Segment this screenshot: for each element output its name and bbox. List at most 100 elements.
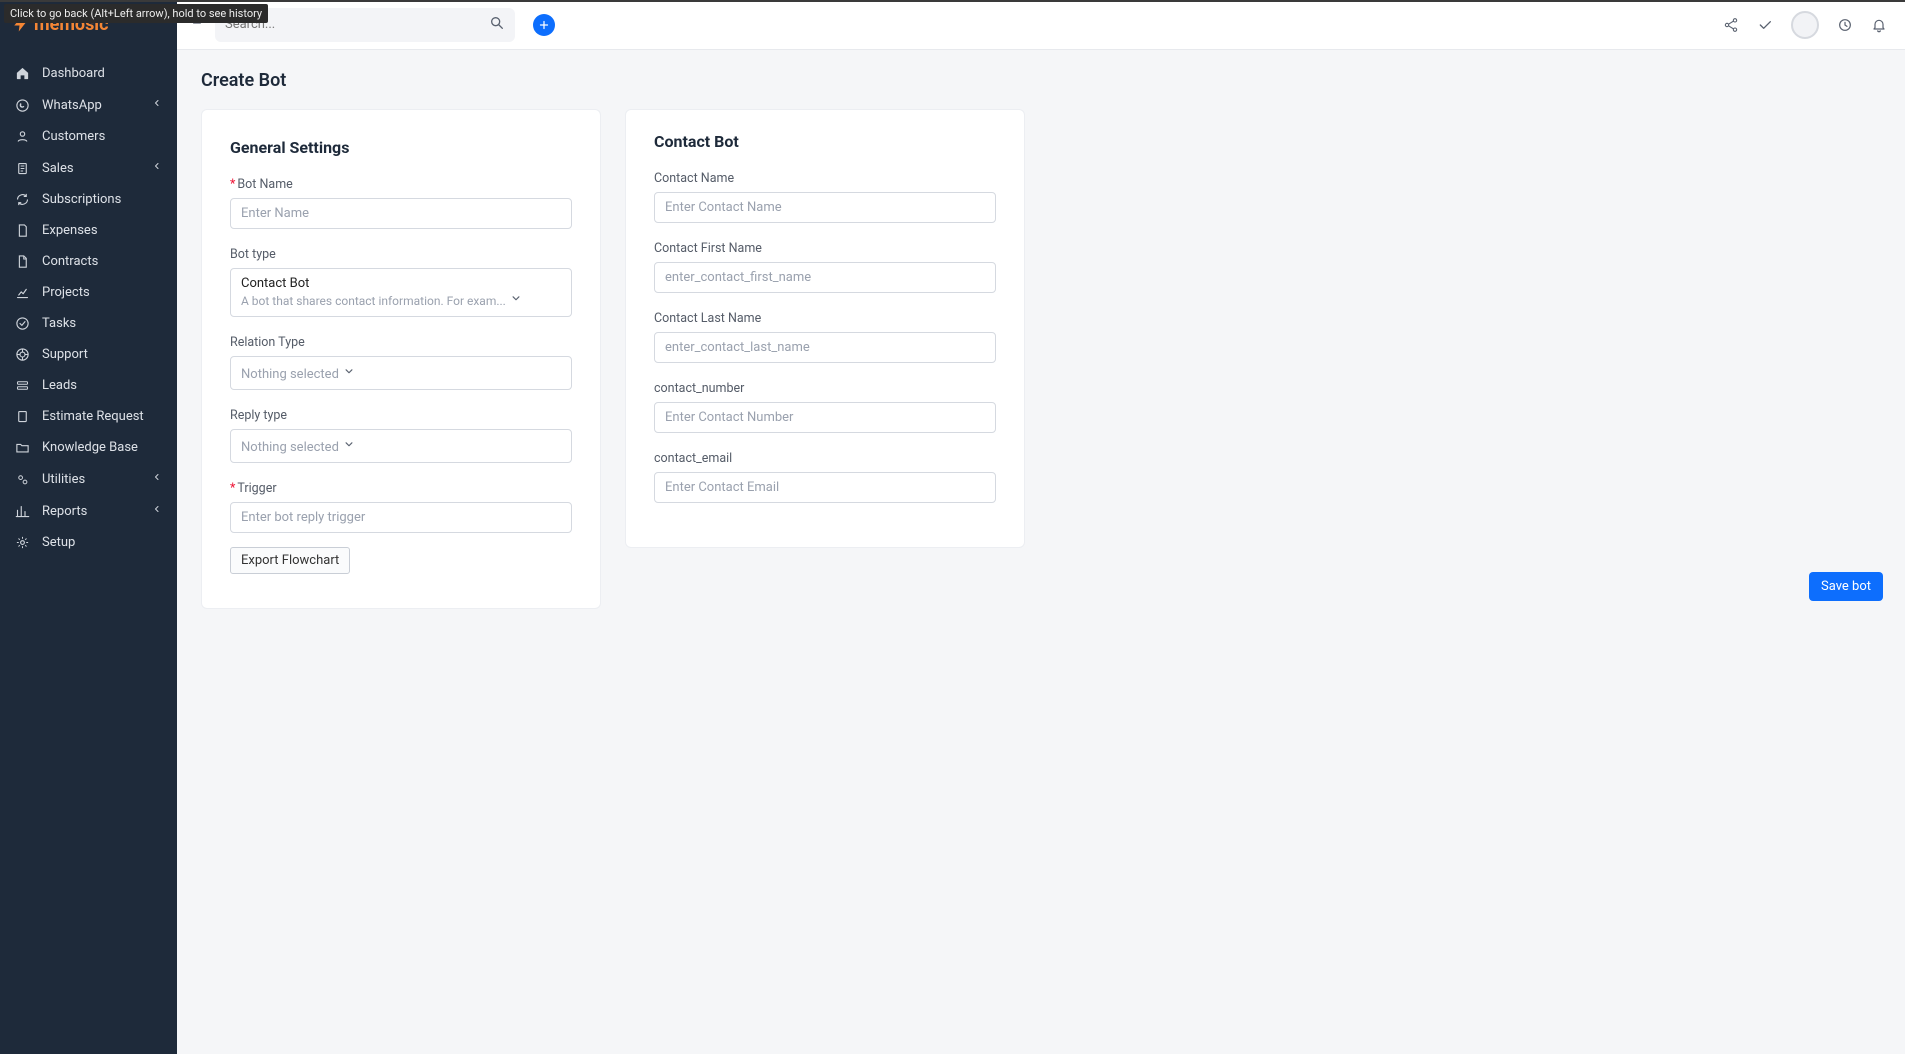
cog-icon bbox=[14, 472, 30, 487]
bell-icon[interactable] bbox=[1871, 17, 1887, 33]
sidebar-item-estimate-request[interactable]: Estimate Request bbox=[0, 401, 177, 432]
contact-name-label: Contact Name bbox=[654, 171, 734, 186]
sidebar-item-label: Dashboard bbox=[42, 66, 105, 81]
check-icon bbox=[14, 316, 30, 331]
bot-type-field: Bot type Contact Bot A bot that shares c… bbox=[230, 243, 572, 317]
sidebar-item-label: Tasks bbox=[42, 316, 76, 331]
bot-name-label: Bot Name bbox=[237, 177, 292, 192]
contact-last-input[interactable] bbox=[654, 332, 996, 363]
contact-name-field: Contact Name bbox=[654, 167, 996, 223]
sidebar-item-sales[interactable]: Sales bbox=[0, 152, 177, 184]
sidebar: memosic DashboardWhatsAppCustomersSalesS… bbox=[0, 0, 177, 1054]
sidebar-item-expenses[interactable]: Expenses bbox=[0, 215, 177, 246]
chevron-down-icon bbox=[342, 440, 356, 455]
sidebar-item-label: Contracts bbox=[42, 254, 98, 269]
bot-type-desc: A bot that shares contact information. F… bbox=[241, 294, 506, 308]
contact-email-input[interactable] bbox=[654, 472, 996, 503]
relation-type-field: Relation Type Nothing selected bbox=[230, 331, 572, 390]
chevron-left-icon bbox=[151, 160, 163, 176]
sidebar-item-label: Knowledge Base bbox=[42, 440, 138, 455]
contact-number-input[interactable] bbox=[654, 402, 996, 433]
chevron-down-icon bbox=[509, 294, 523, 309]
file-icon bbox=[14, 254, 30, 269]
save-bot-button[interactable]: Save bot bbox=[1809, 572, 1883, 601]
reply-type-select[interactable]: Nothing selected bbox=[230, 429, 572, 463]
add-button[interactable] bbox=[533, 14, 555, 36]
sidebar-item-utilities[interactable]: Utilities bbox=[0, 463, 177, 495]
contact-bot-card: Contact Bot Contact Name Contact First N… bbox=[625, 109, 1025, 548]
contact-first-input[interactable] bbox=[654, 262, 996, 293]
share-icon[interactable] bbox=[1723, 17, 1739, 33]
contact-name-input[interactable] bbox=[654, 192, 996, 223]
search-icon[interactable] bbox=[489, 15, 505, 35]
chevron-left-icon bbox=[151, 471, 163, 487]
whatsapp-icon bbox=[14, 98, 30, 113]
sidebar-item-label: Sales bbox=[42, 161, 74, 176]
back-tooltip: Click to go back (Alt+Left arrow), hold … bbox=[4, 4, 268, 23]
home-icon bbox=[14, 66, 30, 81]
doc2-icon bbox=[14, 409, 30, 424]
sidebar-item-label: Setup bbox=[42, 535, 75, 550]
contact-number-label: contact_number bbox=[654, 381, 744, 396]
sidebar-item-label: Customers bbox=[42, 129, 105, 144]
chevron-left-icon bbox=[151, 503, 163, 519]
reply-type-label: Reply type bbox=[230, 408, 287, 423]
sidebar-item-label: Utilities bbox=[42, 472, 85, 487]
user-icon bbox=[14, 129, 30, 144]
contact-last-label: Contact Last Name bbox=[654, 311, 761, 326]
sidebar-item-subscriptions[interactable]: Subscriptions bbox=[0, 184, 177, 215]
relation-type-label: Relation Type bbox=[230, 335, 305, 350]
sidebar-item-projects[interactable]: Projects bbox=[0, 277, 177, 308]
receipt-icon bbox=[14, 161, 30, 176]
sidebar-item-label: Projects bbox=[42, 285, 90, 300]
sidebar-item-label: Expenses bbox=[42, 223, 98, 238]
topbar bbox=[177, 0, 1905, 50]
general-settings-title: General Settings bbox=[230, 138, 572, 157]
clock-icon[interactable] bbox=[1837, 17, 1853, 33]
page-title: Create Bot bbox=[201, 70, 1881, 91]
bot-type-value: Contact Bot bbox=[241, 276, 309, 291]
check-icon[interactable] bbox=[1757, 17, 1773, 33]
contact-email-label: contact_email bbox=[654, 451, 732, 466]
life-icon bbox=[14, 347, 30, 362]
sidebar-item-customers[interactable]: Customers bbox=[0, 121, 177, 152]
sidebar-item-leads[interactable]: Leads bbox=[0, 370, 177, 401]
contact-first-field: Contact First Name bbox=[654, 237, 996, 293]
folder-icon bbox=[14, 440, 30, 455]
sidebar-item-setup[interactable]: Setup bbox=[0, 527, 177, 558]
window-top-edge bbox=[0, 0, 1905, 2]
chart-icon bbox=[14, 285, 30, 300]
sidebar-item-contracts[interactable]: Contracts bbox=[0, 246, 177, 277]
main-nav: Dashboard WhatsApp Customers Sales Subscript… bbox=[0, 48, 177, 558]
bot-name-field: *Bot Name bbox=[230, 173, 572, 229]
bot-type-label: Bot type bbox=[230, 247, 276, 262]
trigger-field: *Trigger bbox=[230, 477, 572, 533]
trigger-input[interactable] bbox=[230, 502, 572, 533]
sidebar-item-whatsapp[interactable]: WhatsApp bbox=[0, 89, 177, 121]
leads-icon bbox=[14, 378, 30, 393]
sidebar-item-support[interactable]: Support bbox=[0, 339, 177, 370]
relation-type-select[interactable]: Nothing selected bbox=[230, 356, 572, 390]
avatar[interactable] bbox=[1791, 11, 1819, 39]
contact-bot-title: Contact Bot bbox=[654, 132, 996, 151]
chevron-down-icon bbox=[342, 367, 356, 382]
refresh-icon bbox=[14, 192, 30, 207]
chevron-left-icon bbox=[151, 97, 163, 113]
sidebar-item-label: Support bbox=[42, 347, 88, 362]
contact-email-field: contact_email bbox=[654, 447, 996, 503]
bot-name-input[interactable] bbox=[230, 198, 572, 229]
sidebar-item-dashboard[interactable]: Dashboard bbox=[0, 58, 177, 89]
bar-icon bbox=[14, 504, 30, 519]
bot-type-select[interactable]: Contact Bot A bot that shares contact in… bbox=[230, 268, 572, 317]
relation-type-placeholder: Nothing selected bbox=[241, 367, 339, 382]
gear-icon bbox=[14, 535, 30, 550]
sidebar-item-reports[interactable]: Reports bbox=[0, 495, 177, 527]
trigger-label: Trigger bbox=[237, 481, 276, 496]
contact-first-label: Contact First Name bbox=[654, 241, 762, 256]
sidebar-item-tasks[interactable]: Tasks bbox=[0, 308, 177, 339]
sidebar-item-label: Leads bbox=[42, 378, 77, 393]
export-flowchart-button[interactable]: Export Flowchart bbox=[230, 547, 350, 574]
sidebar-item-knowledge-base[interactable]: Knowledge Base bbox=[0, 432, 177, 463]
contact-last-field: Contact Last Name bbox=[654, 307, 996, 363]
contact-number-field: contact_number bbox=[654, 377, 996, 433]
